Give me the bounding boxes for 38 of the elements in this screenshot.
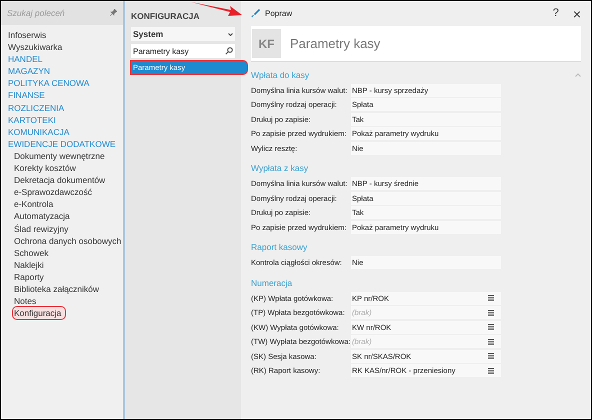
sidebar-item[interactable]: Ochrona danych osobowych <box>13 234 122 247</box>
list-icon[interactable] <box>488 295 494 302</box>
sidebar-item[interactable]: Raporty <box>13 270 45 283</box>
form-title: Parametry kasy <box>290 34 380 53</box>
list-icon[interactable] <box>488 353 494 360</box>
sidebar-item[interactable]: Wyszukiwarka <box>7 41 64 54</box>
sidebar-item[interactable]: Dekretacja dokumentów <box>13 174 106 186</box>
chevron-down-icon <box>228 32 233 36</box>
close-button[interactable]: × <box>572 6 581 20</box>
sidebar-item[interactable]: Ślad rewizyjny <box>13 222 70 235</box>
sidebar-item[interactable]: e-Sprawozdawczość <box>13 186 93 198</box>
help-button[interactable]: ? <box>552 5 559 22</box>
sidebar-item[interactable]: Biblioteka załączników <box>13 282 100 296</box>
section-title: Wypłata z kasy <box>251 162 308 175</box>
section-title: Wpłata do kasy <box>251 68 310 82</box>
sidebar-item[interactable]: Schowek <box>13 246 50 259</box>
section-title: Numeracja <box>251 276 292 290</box>
list-icon[interactable] <box>488 324 494 330</box>
list-icon[interactable] <box>488 338 494 345</box>
form-badge: KF <box>252 29 281 58</box>
sidebar-item[interactable]: Konfiguracja <box>13 307 66 320</box>
brush-icon <box>251 9 260 18</box>
list-icon[interactable] <box>488 368 494 374</box>
edit-button[interactable]: Popraw <box>251 8 292 20</box>
panel-title: KONFIGURACJA <box>131 10 200 22</box>
section-title: Raport kasowy <box>251 241 308 254</box>
search-icon <box>225 47 233 55</box>
sidebar-item[interactable]: Dokumenty wewnętrzne <box>13 150 106 162</box>
pin-icon[interactable] <box>110 9 117 16</box>
sidebar-item[interactable]: Naklejki <box>13 258 45 271</box>
sidebar-item[interactable]: Infoserwis <box>7 29 48 42</box>
category-dropdown[interactable]: System <box>131 27 235 41</box>
sidebar-item[interactable]: Korekty kosztów <box>13 162 77 174</box>
list-icon[interactable] <box>488 310 494 316</box>
sidebar-item[interactable]: e-Kontrola <box>13 198 54 210</box>
sidebar-item[interactable]: Notes <box>13 295 38 308</box>
sidebar-item[interactable]: Automatyzacja <box>13 210 71 222</box>
config-search-field[interactable]: Parametry kasy <box>131 44 235 58</box>
